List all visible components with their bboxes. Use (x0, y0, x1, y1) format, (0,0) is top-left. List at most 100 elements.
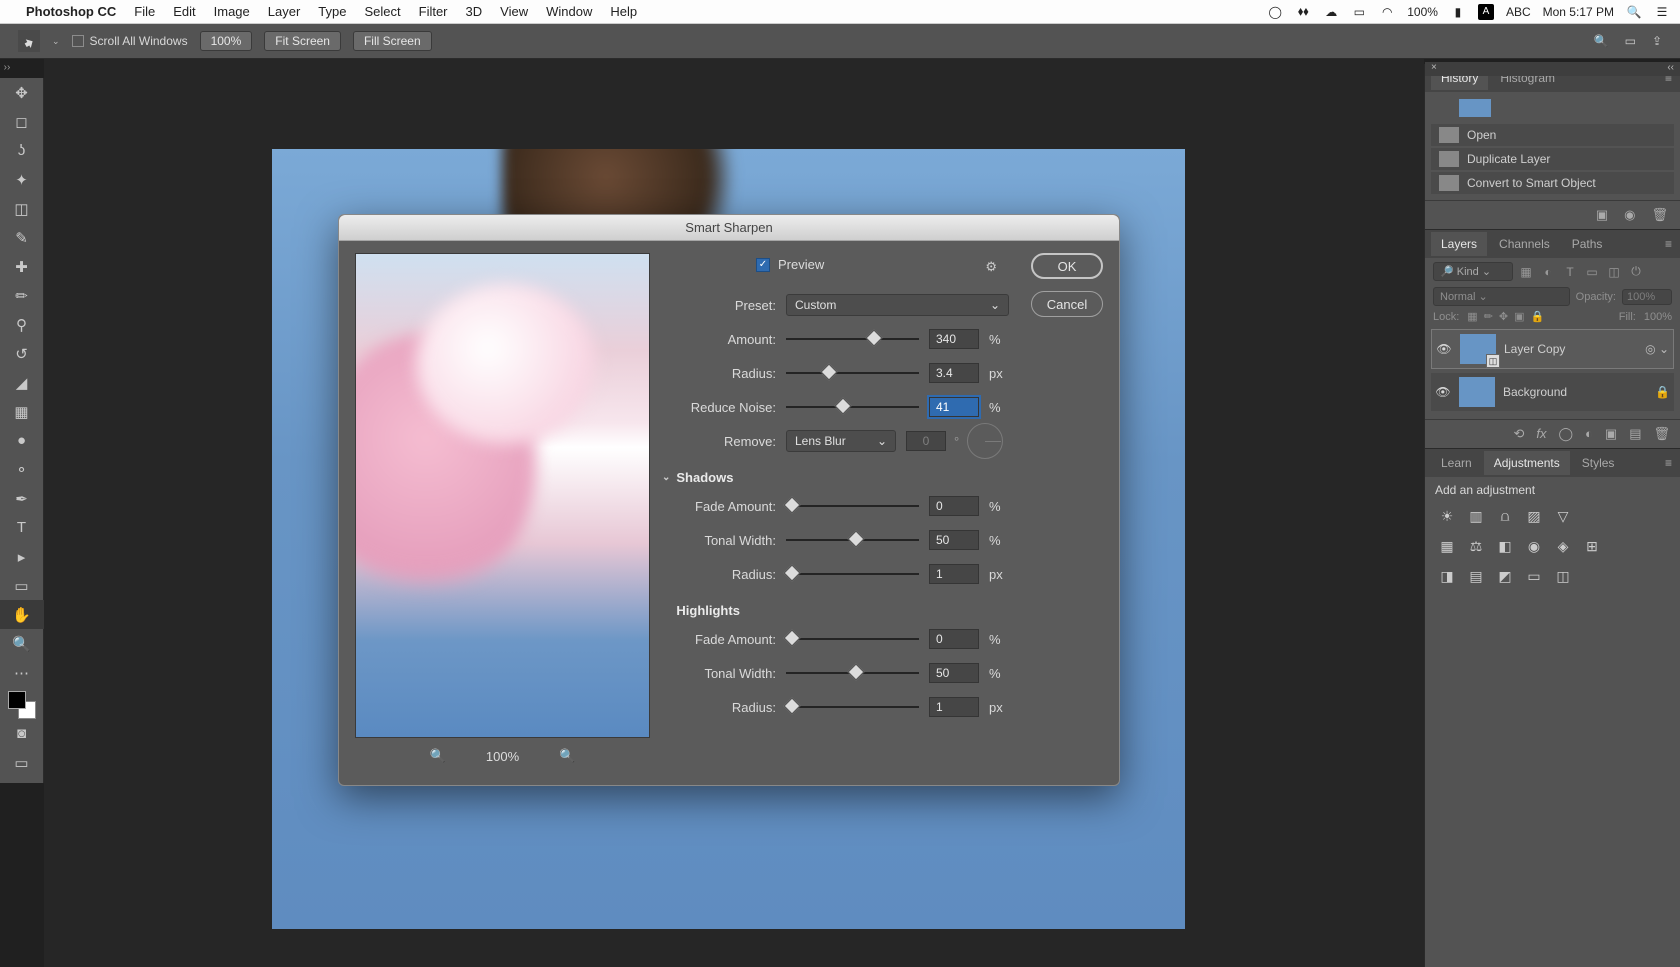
tab-adjustments[interactable]: Adjustments (1484, 451, 1570, 475)
zoom-display-button[interactable]: 100% (200, 31, 253, 51)
tab-paths[interactable]: Paths (1562, 232, 1613, 256)
crop-tool[interactable]: ◫ (0, 194, 44, 223)
menu-help[interactable]: Help (610, 4, 637, 19)
screen-mode-tool-icon[interactable]: ▭ (0, 748, 44, 777)
fill-screen-button[interactable]: Fill Screen (353, 31, 432, 51)
dialog-preview-image[interactable] (355, 253, 650, 738)
trash-icon[interactable]: 🗑 (1651, 207, 1668, 223)
cancel-button[interactable]: Cancel (1031, 291, 1103, 317)
shadows-fade-slider[interactable] (786, 497, 919, 515)
layer-thumbnail[interactable] (1459, 377, 1495, 407)
app-name[interactable]: Photoshop CC (26, 4, 116, 19)
menu-edit[interactable]: Edit (173, 4, 195, 19)
search-icon[interactable]: 🔍 (1594, 34, 1609, 48)
color-lookup-icon[interactable]: ⊞ (1580, 535, 1604, 557)
tab-learn[interactable]: Learn (1431, 451, 1482, 475)
shadows-tonal-input[interactable] (929, 530, 979, 550)
panel-menu-icon[interactable]: ≡ (1665, 456, 1672, 470)
menu-extras-icon[interactable]: ☰ (1654, 4, 1670, 20)
visibility-icon[interactable]: 👁 (1436, 342, 1452, 356)
move-tool[interactable]: ✥ (0, 78, 44, 107)
filter-pixel-icon[interactable]: ▦ (1517, 264, 1535, 280)
marquee-tool[interactable]: ◻ (0, 107, 44, 136)
wifi-icon[interactable]: ◠ (1379, 4, 1395, 20)
photo-filter-icon[interactable]: ◉ (1522, 535, 1546, 557)
zoom-tool[interactable]: 🔍 (0, 629, 44, 658)
battery-icon[interactable]: ▮ (1450, 4, 1466, 20)
visibility-icon[interactable]: 👁 (1435, 385, 1451, 399)
healing-tool[interactable]: ✚ (0, 252, 44, 281)
highlights-radius-input[interactable] (929, 697, 979, 717)
tab-channels[interactable]: Channels (1489, 232, 1560, 256)
brightness-icon[interactable]: ☀ (1435, 505, 1459, 527)
vibrance-icon[interactable]: ▽ (1551, 505, 1575, 527)
filter-smart-icon[interactable]: ◫ (1605, 264, 1623, 280)
shape-tool[interactable]: ▭ (0, 571, 44, 600)
amount-slider[interactable] (786, 330, 919, 348)
camera-icon[interactable]: ◉ (1624, 207, 1635, 223)
posterize-icon[interactable]: ▤ (1464, 565, 1488, 587)
cc-cloud-icon[interactable]: ☁ (1323, 4, 1339, 20)
layer-kind-filter[interactable]: 🔎 Kind ⌄ (1433, 262, 1513, 281)
curves-icon[interactable]: ⩍ (1493, 505, 1517, 527)
dialog-settings-icon[interactable]: ⚙ (985, 259, 997, 275)
pen-tool[interactable]: ✒ (0, 484, 44, 513)
angle-dial[interactable] (967, 423, 1003, 459)
bw-icon[interactable]: ◧ (1493, 535, 1517, 557)
reduce-noise-slider[interactable] (786, 398, 919, 416)
shadows-radius-input[interactable] (929, 564, 979, 584)
foreground-color-swatch[interactable] (8, 691, 26, 709)
levels-icon[interactable]: ▥ (1464, 505, 1488, 527)
menu-type[interactable]: Type (318, 4, 346, 19)
layer-name[interactable]: Layer Copy (1504, 342, 1565, 356)
quick-select-tool[interactable]: ✦ (0, 165, 44, 194)
remove-select[interactable]: Lens Blur ⌄ (786, 430, 896, 452)
highlights-section-header[interactable]: ⌄ Highlights (662, 603, 1009, 618)
panel-grabber-icon[interactable]: ›› (0, 62, 14, 76)
filter-type-icon[interactable]: T (1561, 264, 1579, 280)
hue-icon[interactable]: ▦ (1435, 535, 1459, 557)
stamp-tool[interactable]: ⚲ (0, 310, 44, 339)
amount-input[interactable] (929, 329, 979, 349)
hand-tool[interactable]: ✋ (0, 600, 44, 629)
screen-mode-icon[interactable]: ▭ (1625, 34, 1636, 48)
shadows-section-header[interactable]: ⌄ Shadows (662, 470, 1009, 485)
color-balance-icon[interactable]: ⚖ (1464, 535, 1488, 557)
menu-layer[interactable]: Layer (268, 4, 301, 19)
menu-file[interactable]: File (134, 4, 155, 19)
quick-mask-icon[interactable]: ◙ (0, 719, 44, 748)
eraser-tool[interactable]: ◢ (0, 368, 44, 397)
path-select-tool[interactable]: ▸ (0, 542, 44, 571)
input-source-icon[interactable]: A (1478, 4, 1494, 20)
tab-layers[interactable]: Layers (1431, 232, 1487, 256)
eyedropper-tool[interactable]: ✎ (0, 223, 44, 252)
highlights-fade-slider[interactable] (786, 630, 919, 648)
more-tools-icon[interactable]: ⋯ (0, 658, 44, 687)
blend-mode-select[interactable]: Normal ⌄ (1433, 287, 1570, 306)
fill-input[interactable]: 100% (1644, 311, 1672, 323)
layer-name[interactable]: Background (1503, 385, 1567, 399)
blur-tool[interactable]: ● (0, 426, 44, 455)
spotlight-icon[interactable]: 🔍 (1626, 4, 1642, 20)
remove-angle-input[interactable] (906, 431, 946, 451)
lock-position-icon[interactable]: ✥ (1499, 310, 1508, 323)
dodge-tool[interactable]: ⚬ (0, 455, 44, 484)
menu-image[interactable]: Image (214, 4, 250, 19)
mask-icon[interactable]: ◯ (1558, 426, 1573, 442)
shadows-fade-input[interactable] (929, 496, 979, 516)
menu-filter[interactable]: Filter (419, 4, 448, 19)
history-item[interactable]: Convert to Smart Object (1431, 172, 1674, 194)
lock-all-icon[interactable]: 🔒 (1531, 310, 1545, 323)
zoom-in-icon[interactable]: 🔍 (559, 748, 575, 764)
trash-icon[interactable]: 🗑 (1653, 426, 1670, 442)
brush-tool[interactable]: ✏ (0, 281, 44, 310)
menu-select[interactable]: Select (364, 4, 400, 19)
zoom-out-icon[interactable]: 🔍 (430, 748, 446, 764)
menu-view[interactable]: View (500, 4, 528, 19)
reduce-noise-input[interactable] (929, 397, 979, 417)
link-layers-icon[interactable]: ⟲ (1513, 426, 1524, 442)
new-layer-icon[interactable]: ▤ (1629, 426, 1641, 442)
history-item[interactable]: Open (1431, 124, 1674, 146)
ok-button[interactable]: OK (1031, 253, 1103, 279)
tool-options-chevron-icon[interactable]: ⌄ (52, 36, 60, 47)
